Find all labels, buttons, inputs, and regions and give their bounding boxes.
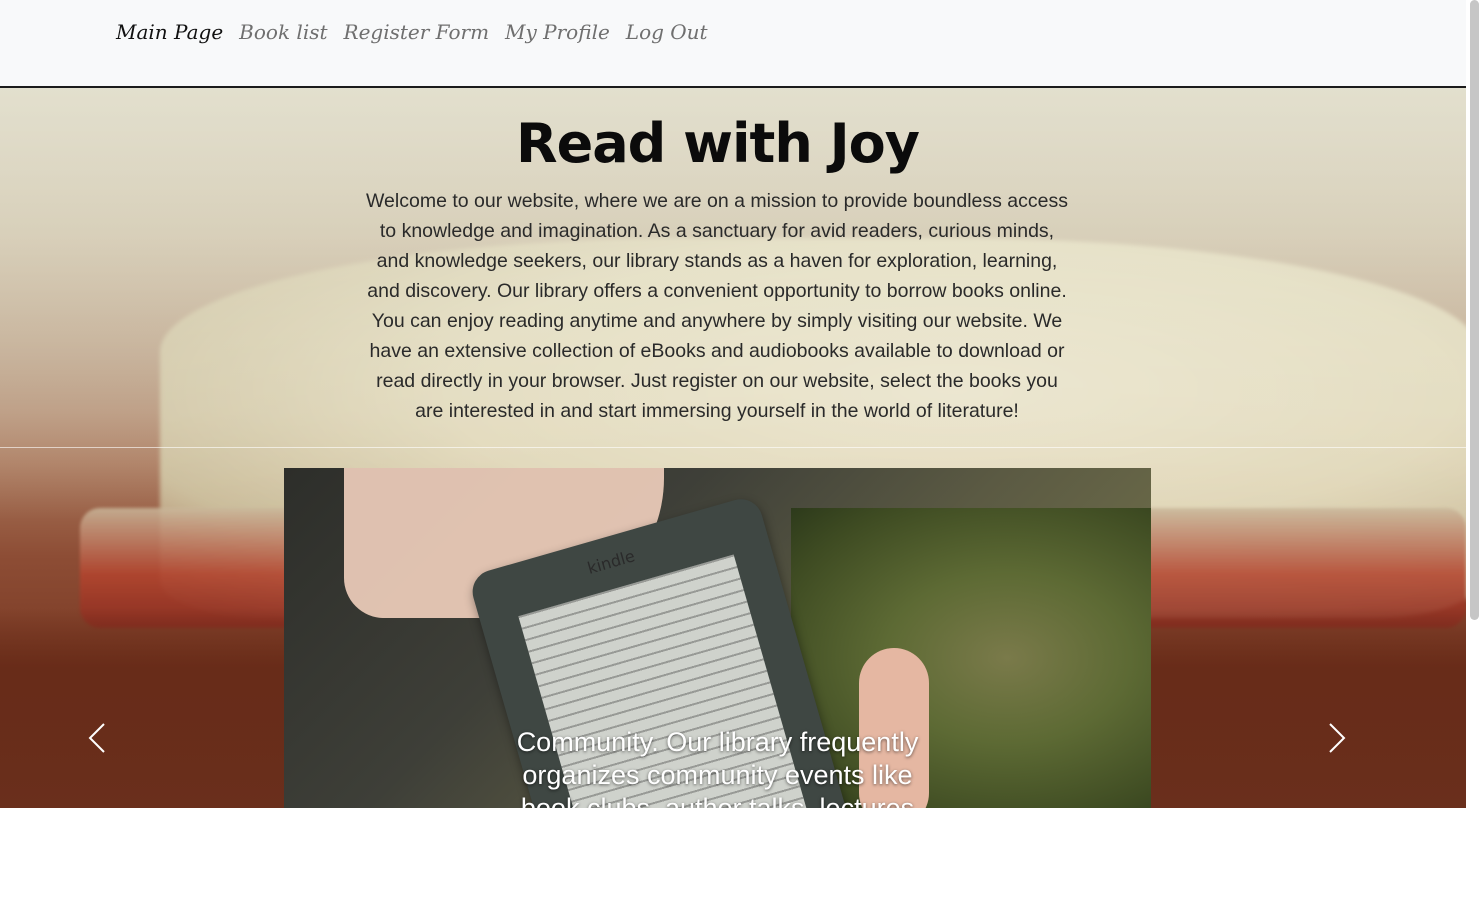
- carousel-caption-text: Community. Our library frequently organi…: [516, 727, 919, 808]
- page-bottom-area: [0, 808, 1483, 903]
- nav-link-my-profile[interactable]: My Profile: [505, 20, 610, 44]
- carousel-next-button[interactable]: [1316, 718, 1356, 758]
- nav-links: Main Page Book list Register Form My Pro…: [116, 20, 708, 44]
- page: Main Page Book list Register Form My Pro…: [0, 0, 1483, 903]
- chevron-right-icon: [1329, 723, 1346, 753]
- nav-link-book-list[interactable]: Book list: [239, 20, 327, 44]
- hero-title: Read with Joy: [516, 112, 920, 175]
- nav-link-register-form[interactable]: Register Form: [344, 20, 490, 44]
- page-scrollbar[interactable]: [1470, 0, 1479, 620]
- carousel-caption: Community. Our library frequently organi…: [284, 726, 1151, 808]
- nav-link-main-page[interactable]: Main Page: [116, 20, 223, 44]
- nav-link-log-out[interactable]: Log Out: [626, 20, 708, 44]
- carousel[interactable]: kindle Community. Our library frequently…: [284, 468, 1151, 808]
- chevron-left-icon: [88, 723, 105, 753]
- ereader-brand-label: kindle: [585, 546, 637, 578]
- hero-description: Welcome to our website, where we are on …: [366, 190, 1068, 422]
- navbar: Main Page Book list Register Form My Pro…: [0, 0, 1466, 88]
- carousel-prev-button[interactable]: [78, 718, 118, 758]
- hero-divider: [0, 447, 1466, 448]
